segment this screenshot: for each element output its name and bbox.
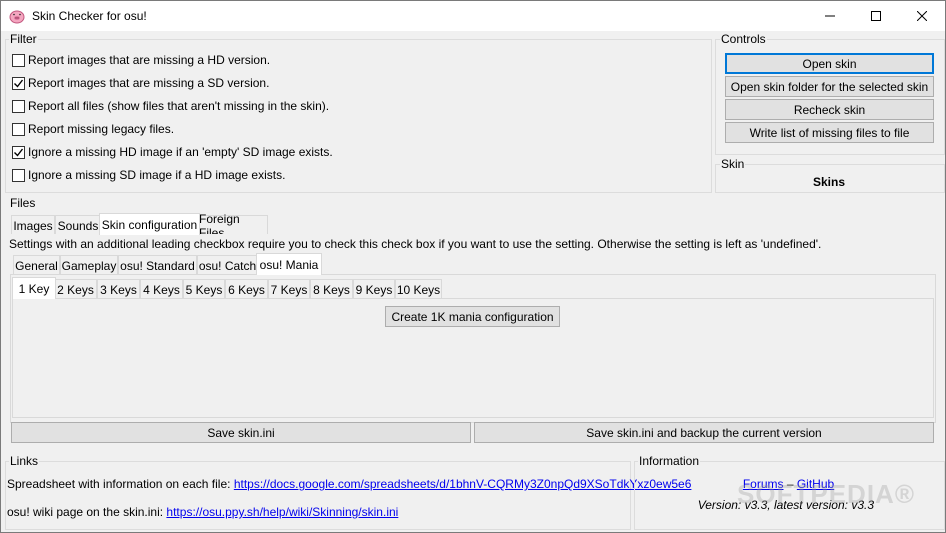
softpedia-watermark: SOFTPEDIA® <box>737 479 915 509</box>
checkmark-icon <box>14 79 24 88</box>
key-tab-10-keys[interactable]: 10 Keys <box>395 279 442 299</box>
maximize-icon <box>871 11 881 21</box>
wiki-label: osu! wiki page on the skin.ini: <box>7 505 167 519</box>
filter-option-4[interactable]: Report missing legacy files. <box>12 121 174 137</box>
spreadsheet-label: Spreadsheet with information on each fil… <box>7 477 234 491</box>
save-and-backup-button[interactable]: Save skin.ini and backup the current ver… <box>474 422 934 443</box>
filter-option-2[interactable]: Report images that are missing a SD vers… <box>12 75 269 91</box>
links-label: Links <box>9 454 40 468</box>
close-icon <box>917 11 927 21</box>
skin-name: Skins <box>812 175 845 189</box>
filter-option-6[interactable]: Ignore a missing SD image if a HD image … <box>12 167 285 183</box>
key-tab-7-keys[interactable]: 7 Keys <box>268 279 310 299</box>
skin-label: Skin <box>720 157 746 171</box>
information-label: Information <box>638 454 701 468</box>
tab-skin-configuration[interactable]: Skin configuration <box>99 213 200 235</box>
key-tab-5-keys[interactable]: 5 Keys <box>183 279 225 299</box>
filter-option-label: Report images that are missing a HD vers… <box>28 53 271 67</box>
create-mania-config-button[interactable]: Create 1K mania configuration <box>385 306 560 327</box>
maximize-button[interactable] <box>853 1 899 31</box>
filter-option-label: Ignore a missing SD image if a HD image … <box>28 168 286 182</box>
key-tab-6-keys[interactable]: 6 Keys <box>225 279 268 299</box>
filter-option-3[interactable]: Report all files (show files that aren't… <box>12 98 329 114</box>
key-tab-1-key[interactable]: 1 Key <box>12 277 56 299</box>
tab-sounds[interactable]: Sounds <box>55 215 101 235</box>
tab-foreign-files[interactable]: Foreign Files <box>198 212 268 240</box>
config-tab-osu-catch[interactable]: osu! Catch <box>197 255 258 275</box>
tab-images[interactable]: Images <box>11 215 55 235</box>
close-button[interactable] <box>899 1 945 31</box>
filter-label: Filter <box>9 32 38 46</box>
config-tab-general[interactable]: General <box>13 255 60 275</box>
settings-note: Settings with an additional leading chec… <box>9 237 822 251</box>
checkbox[interactable] <box>12 168 25 182</box>
checkbox-checked[interactable] <box>12 145 25 159</box>
open-skin-folder-button[interactable]: Open skin folder for the selected skin <box>725 76 934 97</box>
window-title: Skin Checker for osu! <box>32 9 147 23</box>
pig-icon <box>9 8 25 24</box>
minimize-button[interactable] <box>807 1 853 31</box>
save-skin-ini-button[interactable]: Save skin.ini <box>11 422 471 443</box>
files-label: Files <box>9 196 37 210</box>
title-bar: Skin Checker for osu! <box>1 1 945 31</box>
recheck-skin-button[interactable]: Recheck skin <box>725 99 934 120</box>
checkbox[interactable] <box>12 53 25 67</box>
checkbox[interactable] <box>12 99 25 113</box>
open-skin-button[interactable]: Open skin <box>725 53 934 74</box>
wiki-line: osu! wiki page on the skin.ini: https://… <box>7 505 398 519</box>
key-tab-3-keys[interactable]: 3 Keys <box>97 279 140 299</box>
checkbox-checked[interactable] <box>12 76 25 90</box>
filter-option-1[interactable]: Report images that are missing a HD vers… <box>12 52 270 68</box>
spreadsheet-link[interactable]: https://docs.google.com/spreadsheets/d/1… <box>234 477 692 491</box>
controls-label: Controls <box>720 32 767 46</box>
filter-option-label: Report images that are missing a SD vers… <box>28 76 270 90</box>
write-missing-list-button[interactable]: Write list of missing files to file <box>725 122 934 143</box>
minimize-icon <box>825 15 835 17</box>
filter-option-label: Ignore a missing HD image if an 'empty' … <box>28 145 333 159</box>
filter-option-5[interactable]: Ignore a missing HD image if an 'empty' … <box>12 144 333 160</box>
filter-option-label: Report all files (show files that aren't… <box>28 99 330 113</box>
config-tab-gameplay[interactable]: Gameplay <box>60 255 118 275</box>
key-tab-9-keys[interactable]: 9 Keys <box>353 279 395 299</box>
checkbox[interactable] <box>12 122 25 136</box>
key-tab-4-keys[interactable]: 4 Keys <box>140 279 183 299</box>
spreadsheet-line: Spreadsheet with information on each fil… <box>7 477 691 491</box>
wiki-link[interactable]: https://osu.ppy.sh/help/wiki/Skinning/sk… <box>166 505 398 519</box>
links-group <box>5 461 631 530</box>
key-tab-8-keys[interactable]: 8 Keys <box>310 279 353 299</box>
app-window: Skin Checker for osu! Filter Report imag… <box>0 0 946 533</box>
key-tab-2-keys[interactable]: 2 Keys <box>54 279 97 299</box>
config-tab-osu-mania[interactable]: osu! Mania <box>256 253 322 275</box>
checkmark-icon <box>14 148 24 157</box>
config-tab-osu-standard[interactable]: osu! Standard <box>118 255 197 275</box>
filter-option-label: Report missing legacy files. <box>28 122 175 136</box>
